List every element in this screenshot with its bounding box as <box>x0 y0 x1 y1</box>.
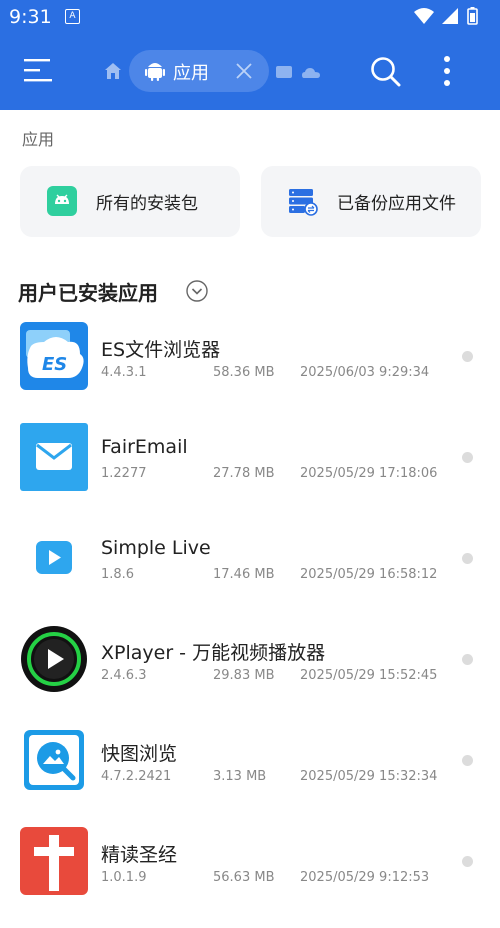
es-file-explorer-icon: ES <box>20 322 88 390</box>
app-name: Simple Live <box>101 537 211 559</box>
signal-icon <box>442 8 458 24</box>
close-icon[interactable] <box>235 62 253 84</box>
status-time: 9:31 <box>9 6 52 28</box>
app-name: 精读圣经 <box>101 844 178 866</box>
app-version: 2.4.6.3 <box>101 668 147 683</box>
system-indicators <box>412 6 492 30</box>
app-row[interactable]: 快图浏览 4.7.2.2421 3.13 MB 2025/05/29 15:32… <box>0 726 500 827</box>
app-name: XPlayer - 万能视频播放器 <box>101 642 326 664</box>
status-dot <box>462 351 473 362</box>
svg-text:ES: ES <box>42 354 67 375</box>
app-date: 2025/05/29 15:52:45 <box>300 668 438 683</box>
chip-label: 应用 <box>173 63 209 84</box>
app-version: 4.4.3.1 <box>101 365 147 380</box>
app-version: 1.0.1.9 <box>101 870 147 885</box>
app-row[interactable]: FairEmail 1.2277 27.78 MB 2025/05/29 17:… <box>0 423 500 524</box>
status-dot <box>462 654 473 665</box>
status-bar: 9:31 A <box>0 0 500 34</box>
card-backed-up-apps[interactable]: 已备份应用文件 <box>261 166 481 237</box>
app-row[interactable]: ES ES文件浏览器 4.4.3.1 58.36 MB 2025/06/03 9… <box>0 322 500 423</box>
chevron-down-icon[interactable] <box>186 280 208 306</box>
app-size: 27.78 MB <box>213 466 275 481</box>
battery-icon <box>467 7 478 25</box>
android-package-icon <box>47 186 77 220</box>
backup-server-icon <box>288 186 318 220</box>
tab-apps-chip[interactable]: 应用 <box>129 50 269 92</box>
app-name: ES文件浏览器 <box>101 339 221 361</box>
app-row[interactable]: XPlayer - 万能视频播放器 2.4.6.3 29.83 MB 2025/… <box>0 625 500 726</box>
status-dot <box>462 856 473 867</box>
menu-icon[interactable] <box>24 58 54 84</box>
search-icon[interactable] <box>368 54 402 88</box>
app-date: 2025/05/29 17:18:06 <box>300 466 438 481</box>
breadcrumb-icons <box>276 64 326 84</box>
app-size: 58.36 MB <box>213 365 275 380</box>
app-name: 快图浏览 <box>101 743 178 765</box>
top-app-bar: 应用 <box>0 34 500 110</box>
notification-icon: A <box>65 9 80 24</box>
app-version: 1.8.6 <box>101 567 135 582</box>
app-name: FairEmail <box>101 436 188 458</box>
status-dot <box>462 452 473 463</box>
app-size: 56.63 MB <box>213 870 275 885</box>
app-size: 29.83 MB <box>213 668 275 683</box>
card-all-packages[interactable]: 所有的安装包 <box>20 166 240 237</box>
quickpic-icon <box>20 726 88 794</box>
app-date: 2025/05/29 15:32:34 <box>300 769 438 784</box>
card-label: 已备份应用文件 <box>337 194 456 214</box>
android-icon <box>145 61 165 85</box>
app-date: 2025/06/03 9:29:34 <box>300 365 430 380</box>
app-row[interactable]: 精读圣经 1.0.1.9 56.63 MB 2025/05/29 9:12:53 <box>0 827 500 928</box>
wifi-icon <box>414 8 434 24</box>
status-dot <box>462 755 473 766</box>
app-version: 1.2277 <box>101 466 147 481</box>
more-options-icon[interactable] <box>440 54 454 88</box>
app-size: 3.13 MB <box>213 769 267 784</box>
app-date: 2025/05/29 16:58:12 <box>300 567 438 582</box>
card-label: 所有的安装包 <box>96 194 198 214</box>
list-title: 用户已安装应用 <box>18 281 158 305</box>
status-dot <box>462 553 473 564</box>
folder-icon <box>276 66 292 78</box>
bible-cross-icon <box>20 827 88 895</box>
xplayer-icon <box>20 625 88 693</box>
app-version: 4.7.2.2421 <box>101 769 172 784</box>
home-icon[interactable] <box>104 62 122 80</box>
cloud-icon <box>302 68 320 78</box>
app-row[interactable]: Simple Live 1.8.6 17.46 MB 2025/05/29 16… <box>0 524 500 625</box>
section-label: 应用 <box>22 130 55 149</box>
simple-live-icon <box>20 524 88 592</box>
fairemail-icon <box>20 423 88 491</box>
app-date: 2025/05/29 9:12:53 <box>300 870 430 885</box>
app-size: 17.46 MB <box>213 567 275 582</box>
